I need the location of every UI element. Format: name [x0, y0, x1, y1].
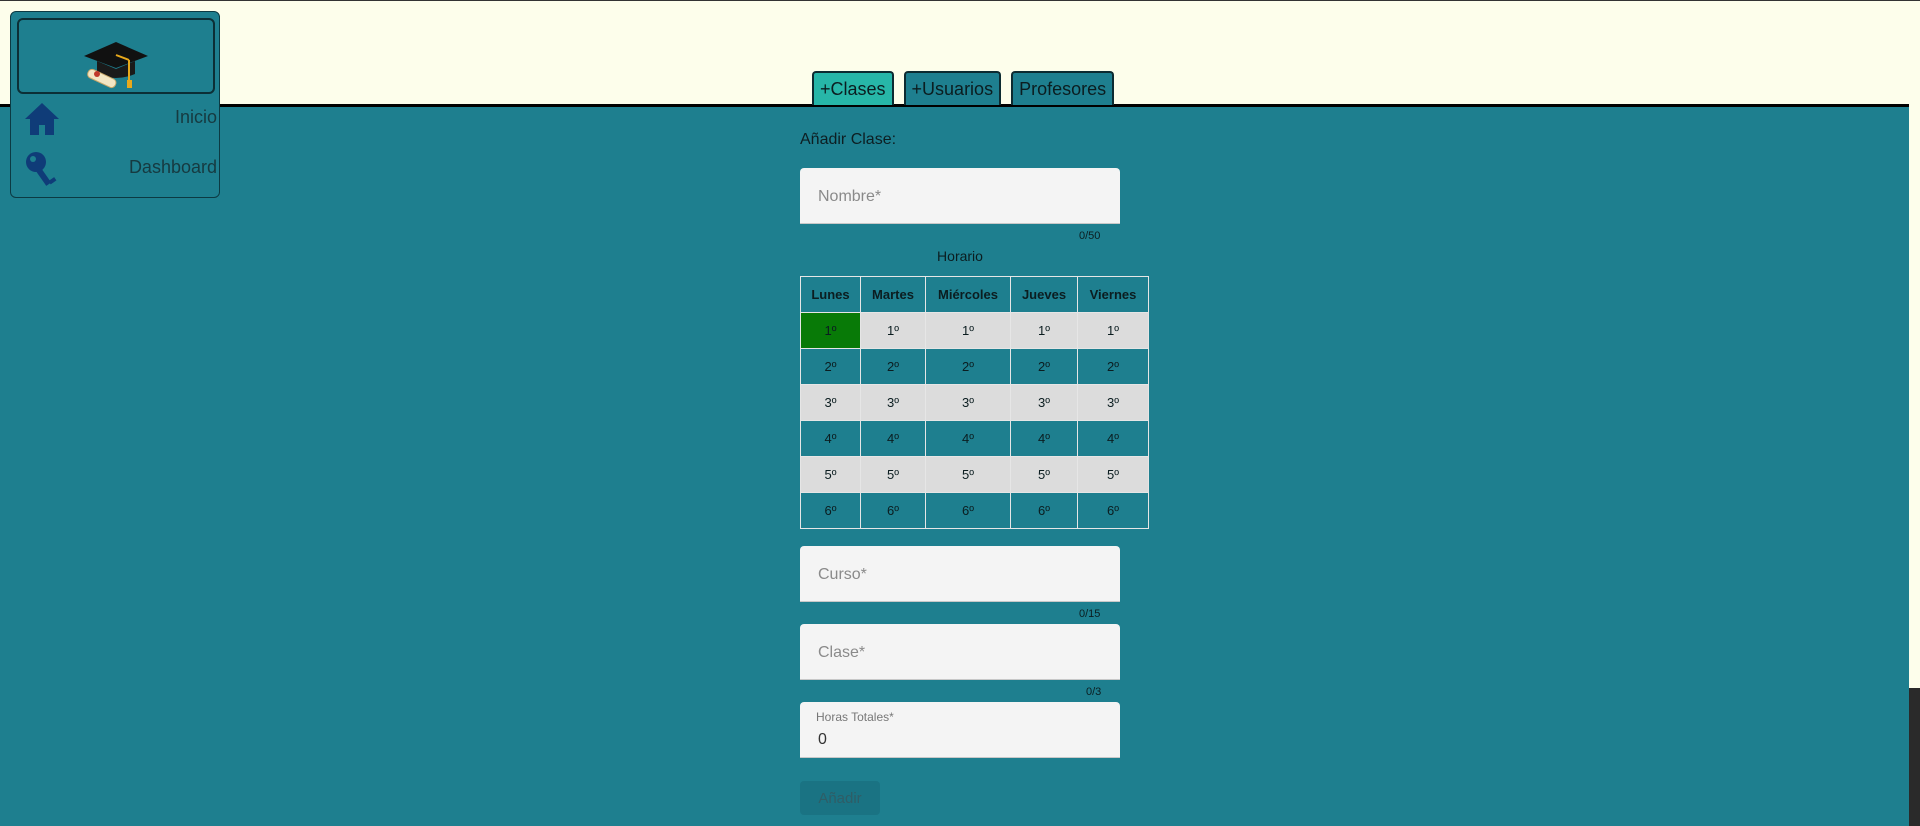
- curso-counter: 0/15: [1079, 608, 1101, 620]
- key-icon: [26, 152, 57, 186]
- logo-button[interactable]: [17, 18, 215, 94]
- schedule-row: 2º 2º 2º 2º 2º: [800, 348, 1149, 385]
- day-header: Miércoles: [925, 276, 1011, 313]
- schedule-cell[interactable]: 1º: [800, 312, 861, 349]
- schedule-cell[interactable]: 2º: [860, 348, 926, 385]
- sidebar-item-label: Inicio: [174, 107, 217, 127]
- top-border: [0, 0, 1920, 1]
- schedule-row: 6º 6º 6º 6º 6º: [800, 492, 1149, 529]
- day-header: Viernes: [1077, 276, 1149, 313]
- schedule-cell[interactable]: 2º: [1077, 348, 1149, 385]
- schedule-row: 3º 3º 3º 3º 3º: [800, 384, 1149, 421]
- schedule-row: 4º 4º 4º 4º 4º: [800, 420, 1149, 457]
- schedule-cell[interactable]: 5º: [925, 456, 1011, 493]
- tab-bar: +Clases +Usuarios Profesores: [812, 71, 1115, 105]
- sidebar-item-inicio[interactable]: Inicio: [17, 98, 221, 138]
- horas-totales-input[interactable]: [816, 720, 1110, 760]
- sidebar: Inicio Dashboard: [10, 11, 220, 198]
- day-header: Martes: [860, 276, 926, 313]
- form-title: Añadir Clase:: [800, 131, 897, 148]
- day-header: Lunes: [800, 276, 861, 313]
- schedule-cell[interactable]: 3º: [925, 384, 1011, 421]
- schedule-cell[interactable]: 2º: [1010, 348, 1078, 385]
- schedule-cell[interactable]: 1º: [860, 312, 926, 349]
- schedule-cell[interactable]: 6º: [1077, 492, 1149, 529]
- schedule-row: 1º 1º 1º 1º 1º: [800, 312, 1149, 349]
- clase-input[interactable]: [816, 624, 1110, 681]
- clase-counter: 0/3: [1086, 686, 1102, 698]
- nombre-field[interactable]: [800, 168, 1120, 225]
- add-class-button[interactable]: Añadir: [800, 781, 880, 815]
- schedule-cell[interactable]: 1º: [1010, 312, 1078, 349]
- schedule-cell[interactable]: 4º: [1077, 420, 1149, 457]
- sidebar-item-dashboard[interactable]: Dashboard: [17, 148, 221, 188]
- curso-field[interactable]: [800, 546, 1120, 603]
- schedule-cell[interactable]: 5º: [800, 456, 861, 493]
- schedule-cell[interactable]: 4º: [800, 420, 861, 457]
- schedule-cell[interactable]: 4º: [925, 420, 1011, 457]
- nombre-counter: 0/50: [1079, 230, 1101, 242]
- schedule-cell[interactable]: 4º: [860, 420, 926, 457]
- tab-usuarios[interactable]: +Usuarios: [903, 71, 1002, 105]
- day-header: Jueves: [1010, 276, 1078, 313]
- schedule-cell[interactable]: 6º: [925, 492, 1011, 529]
- nombre-input[interactable]: [816, 168, 1110, 225]
- schedule-cell[interactable]: 2º: [925, 348, 1011, 385]
- schedule-cell[interactable]: 6º: [800, 492, 861, 529]
- graduation-cap-icon: [84, 42, 148, 89]
- tab-profesores[interactable]: Profesores: [1011, 71, 1115, 105]
- schedule-cell[interactable]: 6º: [860, 492, 926, 529]
- horas-totales-field[interactable]: Horas Totales*: [800, 702, 1120, 760]
- schedule-cell[interactable]: 6º: [1010, 492, 1078, 529]
- schedule-cell[interactable]: 3º: [860, 384, 926, 421]
- tab-clases[interactable]: +Clases: [812, 71, 894, 105]
- schedule-cell[interactable]: 4º: [1010, 420, 1078, 457]
- clase-field[interactable]: [800, 624, 1120, 681]
- home-icon: [25, 103, 59, 135]
- schedule-cell[interactable]: 5º: [1077, 456, 1149, 493]
- schedule-row: 5º 5º 5º 5º 5º: [800, 456, 1149, 493]
- horario-title: Horario: [937, 248, 983, 264]
- schedule-table: Lunes Martes Miércoles Jueves Viernes 1º 1º 1º…: [800, 276, 1149, 529]
- schedule-cell[interactable]: 3º: [800, 384, 861, 421]
- sidebar-item-label: Dashboard: [128, 157, 217, 177]
- schedule-cell[interactable]: 3º: [1077, 384, 1149, 421]
- scrollbar[interactable]: [1909, 688, 1920, 826]
- schedule-cell[interactable]: 5º: [860, 456, 926, 493]
- schedule-cell[interactable]: 1º: [1077, 312, 1149, 349]
- schedule-cell[interactable]: 2º: [800, 348, 861, 385]
- schedule-cell[interactable]: 5º: [1010, 456, 1078, 493]
- schedule-cell[interactable]: 1º: [925, 312, 1011, 349]
- schedule-cell[interactable]: 3º: [1010, 384, 1078, 421]
- curso-input[interactable]: [816, 546, 1110, 603]
